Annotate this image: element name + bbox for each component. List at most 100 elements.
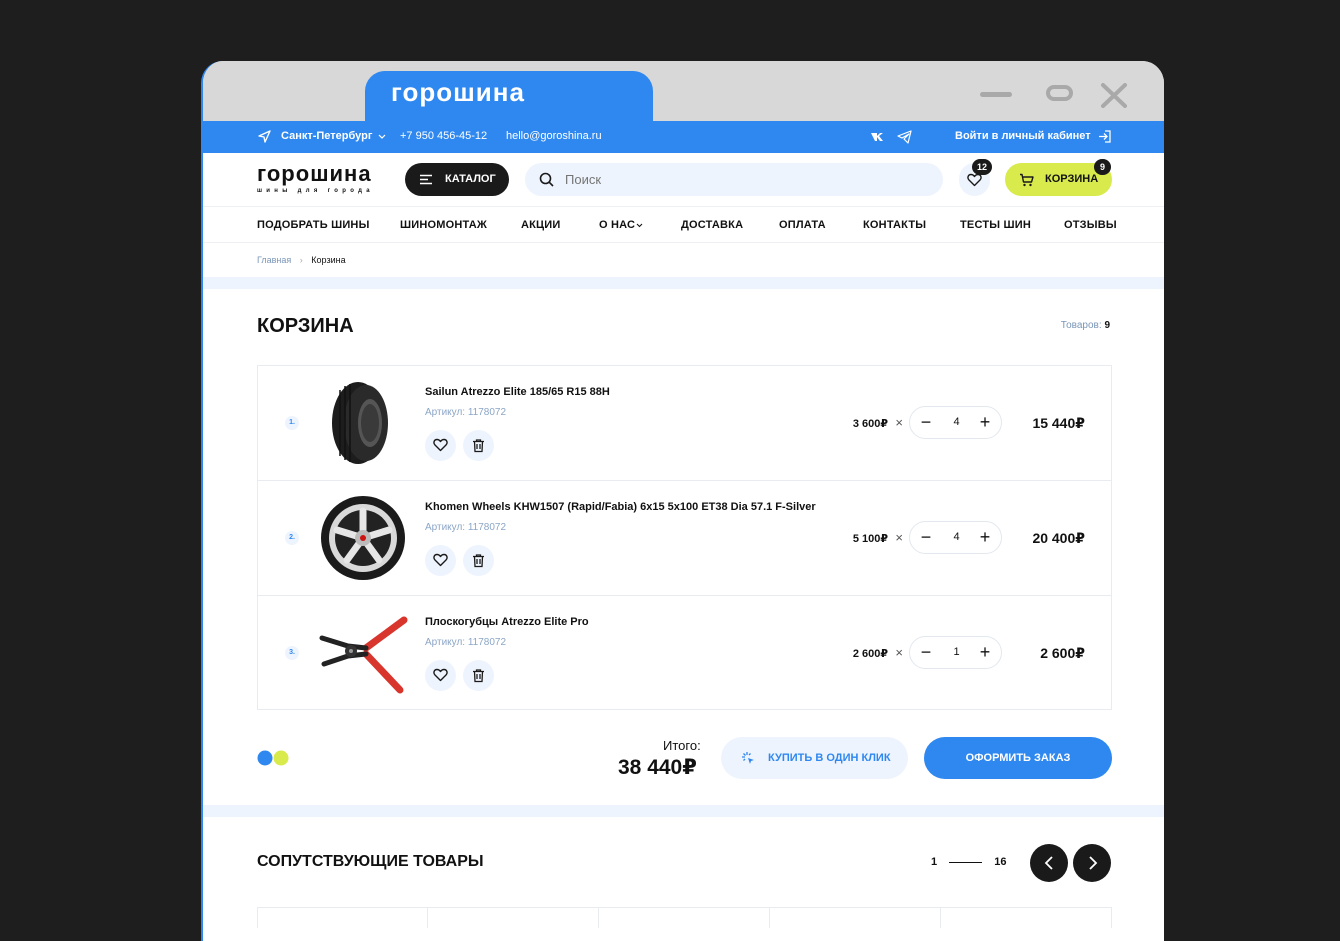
related-title: СОПУТСТВУЮЩИЕ ТОВАРЫ [257,853,484,870]
unit-price: 3 600₽ [852,418,888,430]
heart-icon [433,553,448,567]
location-arrow-icon [258,130,271,143]
related-products-grid [257,907,1112,928]
browser-window: горошина Санкт-Петербург +7 950 456-45-1… [201,61,1164,941]
prev-button[interactable] [1030,844,1068,882]
menu-icon [420,174,432,185]
cart-button[interactable]: КОРЗИНА 9 [1005,159,1112,196]
pliers-image[interactable] [318,608,408,698]
minimize-icon[interactable] [979,83,1013,103]
vk-icon[interactable] [870,130,886,144]
favorites-button[interactable]: 12 [959,159,992,196]
search-icon-overlay [539,172,554,187]
breadcrumb-current: Корзина [311,255,346,265]
product-name[interactable]: Khomen Wheels KHW1507 (Rapid/Fabia) 6x15… [425,501,816,513]
nav-item-payment[interactable]: ОПЛАТА [779,219,826,231]
pagination-line [949,861,983,863]
tire-image[interactable] [318,378,408,468]
favorite-button[interactable] [425,430,456,461]
nav-item-about[interactable]: О НАС [599,219,635,231]
city-selector[interactable]: Санкт-Петербург [281,130,372,142]
items-count-value: 9 [1104,320,1110,331]
cart-label: КОРЗИНА [1045,173,1099,185]
wheel-image[interactable] [318,493,408,583]
chevron-down-icon [378,134,386,139]
quantity-stepper: − 4 + [909,406,1002,439]
trash-icon [473,439,484,453]
login-icon[interactable] [1097,129,1112,144]
related-grid-frame [257,908,1112,928]
cart-item: 3. Плоскогубцы Atrezzo Elite Pro Артикул… [258,596,1111,711]
email-link[interactable]: hello@goroshina.ru [506,130,602,142]
multiply-icon: × [895,645,903,660]
nav-item-promotions[interactable]: АКЦИИ [521,219,561,231]
breadcrumb-home[interactable]: Главная [257,255,291,265]
product-name[interactable]: Sailun Atrezzo Elite 185/65 R15 88H [425,386,610,398]
login-link[interactable]: Войти в личный кабинет [955,130,1091,142]
buy-one-click-button[interactable]: КУПИТЬ В ОДИН КЛИК [721,737,908,779]
phone-link[interactable]: +7 950 456-45-12 [400,130,487,142]
delete-button[interactable] [463,545,494,576]
pagination: 1 16 [931,856,1007,868]
maximize-icon[interactable] [1045,83,1075,103]
cart-item: 2. Khomen Wheels KHW1507 (Rapid/Fabia) 6… [258,481,1111,596]
trash-icon [473,554,484,568]
next-button[interactable] [1073,844,1111,882]
catalog-label: КАТАЛОГ [445,173,496,185]
catalog-button[interactable]: КАТАЛОГ [405,163,509,196]
chevron-right-icon [1089,856,1098,870]
telegram-icon[interactable] [897,130,913,144]
heart-icon [433,668,448,682]
item-number: 1. [285,416,299,430]
heart-icon [967,173,982,187]
total-sum: 38 440₽ [618,756,697,779]
nav-item-reviews[interactable]: ОТЗЫВЫ [1064,219,1117,231]
multiply-icon: × [895,415,903,430]
nav-item-delivery[interactable]: ДОСТАВКА [681,219,743,231]
section-divider [203,277,1164,289]
delete-button[interactable] [463,430,494,461]
quantity-stepper: − 1 + [909,636,1002,669]
increase-button[interactable]: + [970,408,1000,438]
product-article: Артикул: 1178072 [425,407,507,418]
close-icon[interactable] [1100,83,1130,109]
logo-text: горошина [257,161,372,186]
grid-divider [427,908,428,928]
chevron-down-icon [636,223,643,228]
multiply-icon: × [895,530,903,545]
nav-item-contacts[interactable]: КОНТАКТЫ [863,219,926,231]
window-chrome: горошина [203,61,1164,123]
product-article: Артикул: 1178072 [425,637,507,648]
product-name[interactable]: Плоскогубцы Atrezzo Elite Pro [425,616,589,628]
unit-price: 2 600₽ [852,648,888,660]
main-nav: ПОДОБРАТЬ ШИНЫ ШИНОМОНТАЖ АКЦИИ О НАС ДО… [203,207,1164,243]
nav-item-tire-selection[interactable]: ПОДОБРАТЬ ШИНЫ [257,219,370,231]
quantity-stepper: − 4 + [909,521,1002,554]
items-count-label: Товаров: [1060,320,1102,331]
grid-divider [769,908,770,928]
nav-item-tire-fitting[interactable]: ШИНОМОНТАЖ [400,219,487,231]
increase-button[interactable]: + [970,638,1000,668]
checkout-button[interactable]: ОФОРМИТЬ ЗАКАЗ [924,737,1112,779]
browser-tab[interactable]: горошина [365,71,653,123]
tab-title: горошина [391,77,525,107]
nav-item-tire-tests[interactable]: ТЕСТЫ ШИН [960,219,1031,231]
search-input[interactable] [525,163,943,196]
buy-one-click-label: КУПИТЬ В ОДИН КЛИК [768,752,891,764]
item-number: 3. [285,646,299,660]
items-count: Товаров: 9 [1061,320,1110,331]
total-label: Итого: [663,738,701,753]
favorite-button[interactable] [425,660,456,691]
item-total: 2 600₽ [1040,645,1085,661]
breadcrumb: Главная › Корзина [257,255,346,265]
product-article: Артикул: 1178072 [425,522,507,533]
delete-button[interactable] [463,660,494,691]
increase-button[interactable]: + [970,523,1000,553]
section-divider [203,805,1164,817]
cart-badge: 9 [1094,159,1111,175]
favorite-button[interactable] [425,545,456,576]
trash-icon [473,669,484,683]
page-total: 16 [994,856,1007,868]
brand-dots-icon [257,750,289,766]
site-logo[interactable]: горошина шины для города [257,161,372,194]
